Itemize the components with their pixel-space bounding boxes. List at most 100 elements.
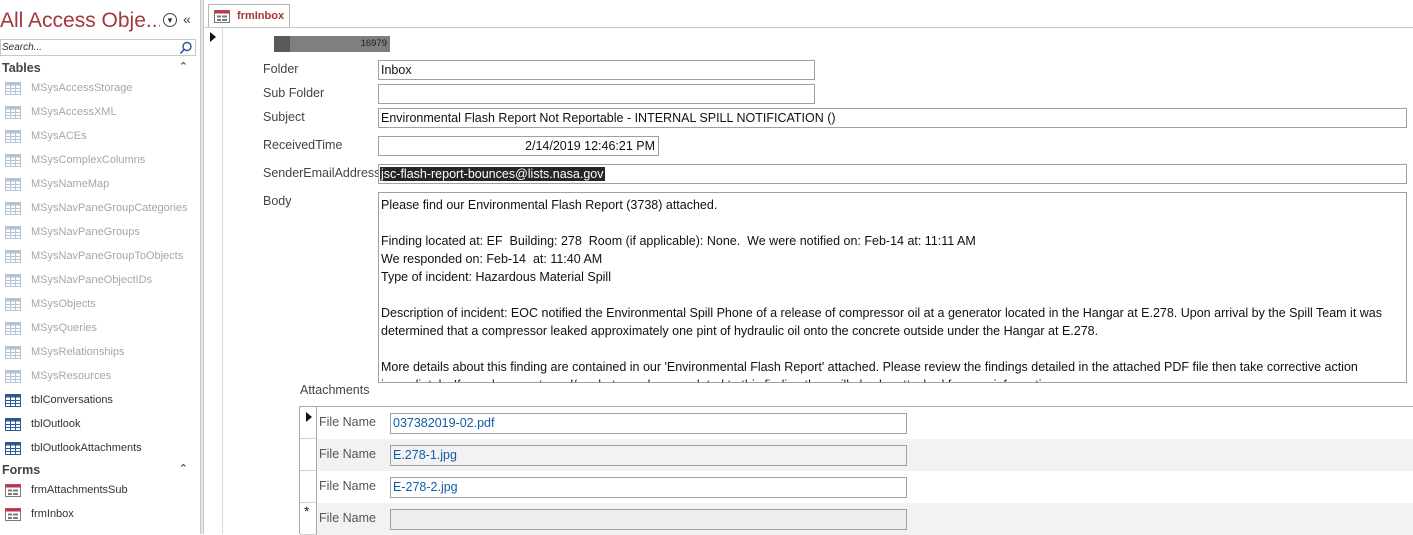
table-icon <box>5 394 21 407</box>
document-tab-bar: frmInbox <box>204 0 1413 28</box>
nav-item-frminbox[interactable]: frmInbox <box>0 504 198 528</box>
body-line: Finding located at: EF Building: 278 Roo… <box>381 234 976 248</box>
collapse-pane-icon[interactable]: « <box>183 11 191 27</box>
file-name-field[interactable]: E-278-2.jpg <box>390 477 907 498</box>
record-selector[interactable] <box>204 28 223 534</box>
nav-item-label: MSysAccessXML <box>31 106 117 118</box>
chevron-up-icon[interactable]: ⌃ <box>179 60 188 73</box>
row-selector[interactable] <box>300 439 317 471</box>
group-header-label: Forms <box>2 463 41 477</box>
received-time-field[interactable]: 2/14/2019 12:46:21 PM <box>378 136 659 156</box>
table-icon <box>5 346 21 359</box>
nav-item-tbloutlook[interactable]: tblOutlook <box>0 414 198 438</box>
body-line <box>381 340 1404 358</box>
nav-item-msysnavpanegroupcategories[interactable]: MSysNavPaneGroupCategories <box>0 198 198 222</box>
file-name-field[interactable]: 037382019-02.pdf <box>390 413 907 434</box>
body-line <box>381 286 1404 304</box>
sender-email-value: jsc-flash-report-bounces@lists.nasa.gov <box>380 167 605 181</box>
nav-item-msysresources[interactable]: MSysResources <box>0 366 198 390</box>
subfolder-field[interactable] <box>378 84 815 104</box>
nav-item-label: MSysNavPaneGroupToObjects <box>31 250 184 262</box>
nav-item-label: MSysNavPaneGroupCategories <box>31 202 188 214</box>
row-selector[interactable] <box>300 407 317 439</box>
attachments-label: Attachments <box>300 383 370 397</box>
nav-item-frmattachmentssub[interactable]: frmAttachmentsSub <box>0 480 198 504</box>
body-field[interactable]: Please find our Environmental Flash Repo… <box>378 192 1407 383</box>
nav-item-label: MSysACEs <box>31 130 87 142</box>
nav-item-msysaccessstorage[interactable]: MSysAccessStorage <box>0 78 198 102</box>
folder-field[interactable]: Inbox <box>378 60 815 80</box>
attachment-row: File Name E-278-2.jpg <box>300 471 1413 503</box>
chevron-down-icon[interactable]: ▼ <box>163 13 177 27</box>
nav-item-label: MSysObjects <box>31 298 96 310</box>
record-id-bar: 16979 <box>274 36 390 52</box>
nav-item-label: tblOutlook <box>31 418 81 430</box>
file-name-label: File Name <box>319 415 376 429</box>
table-icon <box>5 298 21 311</box>
attachments-subform: File Name 037382019-02.pdf File Name E.278-… <box>299 406 1413 535</box>
group-header-tables[interactable]: Tables ⌃ <box>2 60 192 78</box>
file-name-field[interactable] <box>390 509 907 530</box>
table-icon <box>5 418 21 431</box>
nav-item-msysnavpanegrouptoobjects[interactable]: MSysNavPaneGroupToObjects <box>0 246 198 270</box>
file-name-field[interactable]: E.278-1.jpg <box>390 445 907 466</box>
nav-item-msysobjects[interactable]: MSysObjects <box>0 294 198 318</box>
current-record-arrow-icon <box>210 32 216 42</box>
nav-item-label: frmInbox <box>31 508 74 520</box>
nav-item-msysnavpanegroups[interactable]: MSysNavPaneGroups <box>0 222 198 246</box>
subfolder-label: Sub Folder <box>263 86 325 100</box>
body-line: More details about this finding are cont… <box>381 360 1358 382</box>
attachment-new-row: * File Name <box>300 503 1413 535</box>
nav-pane-title[interactable]: All Access Obje... <box>0 9 160 33</box>
sender-email-field[interactable]: jsc-flash-report-bounces@lists.nasa.gov <box>378 164 1407 184</box>
body-line: Type of incident: Hazardous Material Spi… <box>381 270 611 284</box>
subject-label: Subject <box>263 110 305 124</box>
current-record-arrow-icon <box>306 412 312 422</box>
table-icon <box>5 106 21 119</box>
table-icon <box>5 250 21 263</box>
table-icon <box>5 202 21 215</box>
table-icon <box>5 370 21 383</box>
nav-item-label: MSysNavPaneGroups <box>31 226 140 238</box>
table-icon <box>5 130 21 143</box>
search-icon[interactable] <box>179 41 193 55</box>
group-header-forms[interactable]: Forms ⌃ <box>2 462 192 480</box>
table-icon <box>5 154 21 167</box>
navigation-pane: All Access Obje... ▼ « Tables ⌃ MSysAcce… <box>0 0 200 534</box>
nav-item-msysnavpaneobjectids[interactable]: MSysNavPaneObjectIDs <box>0 270 198 294</box>
nav-item-tblconversations[interactable]: tblConversations <box>0 390 198 414</box>
body-line: We responded on: Feb-14 at: 11:40 AM <box>381 252 603 266</box>
nav-item-label: frmAttachmentsSub <box>31 484 128 496</box>
table-icon <box>5 322 21 335</box>
table-icon <box>5 82 21 95</box>
nav-item-msysaces[interactable]: MSysACEs <box>0 126 198 150</box>
nav-item-msysnamemap[interactable]: MSysNameMap <box>0 174 198 198</box>
record-id: 16979 <box>360 38 387 49</box>
table-icon <box>5 178 21 191</box>
body-line: Please find our Environmental Flash Repo… <box>381 198 718 212</box>
file-name-label: File Name <box>319 479 376 493</box>
file-name-label: File Name <box>319 511 376 525</box>
chevron-up-icon[interactable]: ⌃ <box>179 462 188 475</box>
nav-item-msyscomplexcolumns[interactable]: MSysComplexColumns <box>0 150 198 174</box>
nav-item-msysrelationships[interactable]: MSysRelationships <box>0 342 198 366</box>
nav-search-input[interactable] <box>1 40 177 55</box>
nav-item-label: MSysComplexColumns <box>31 154 146 166</box>
file-name-label: File Name <box>319 447 376 461</box>
subject-field[interactable]: Environmental Flash Report Not Reportabl… <box>378 108 1407 128</box>
nav-item-label: MSysQueries <box>31 322 98 334</box>
body-label: Body <box>263 194 292 208</box>
nav-item-label: MSysResources <box>31 370 112 382</box>
tab-label: frmInbox <box>237 10 285 22</box>
form-icon <box>214 10 230 23</box>
nav-search-box <box>0 39 196 56</box>
row-selector[interactable] <box>300 471 317 503</box>
new-record-icon: * <box>304 503 310 519</box>
folder-label: Folder <box>263 62 299 76</box>
nav-item-msysqueries[interactable]: MSysQueries <box>0 318 198 342</box>
tab-frminbox[interactable]: frmInbox <box>208 4 290 27</box>
nav-item-tbloutlookattachments[interactable]: tblOutlookAttachments <box>0 438 198 462</box>
group-header-label: Tables <box>2 61 41 75</box>
row-selector[interactable]: * <box>300 503 317 535</box>
nav-item-msysaccessxml[interactable]: MSysAccessXML <box>0 102 198 126</box>
